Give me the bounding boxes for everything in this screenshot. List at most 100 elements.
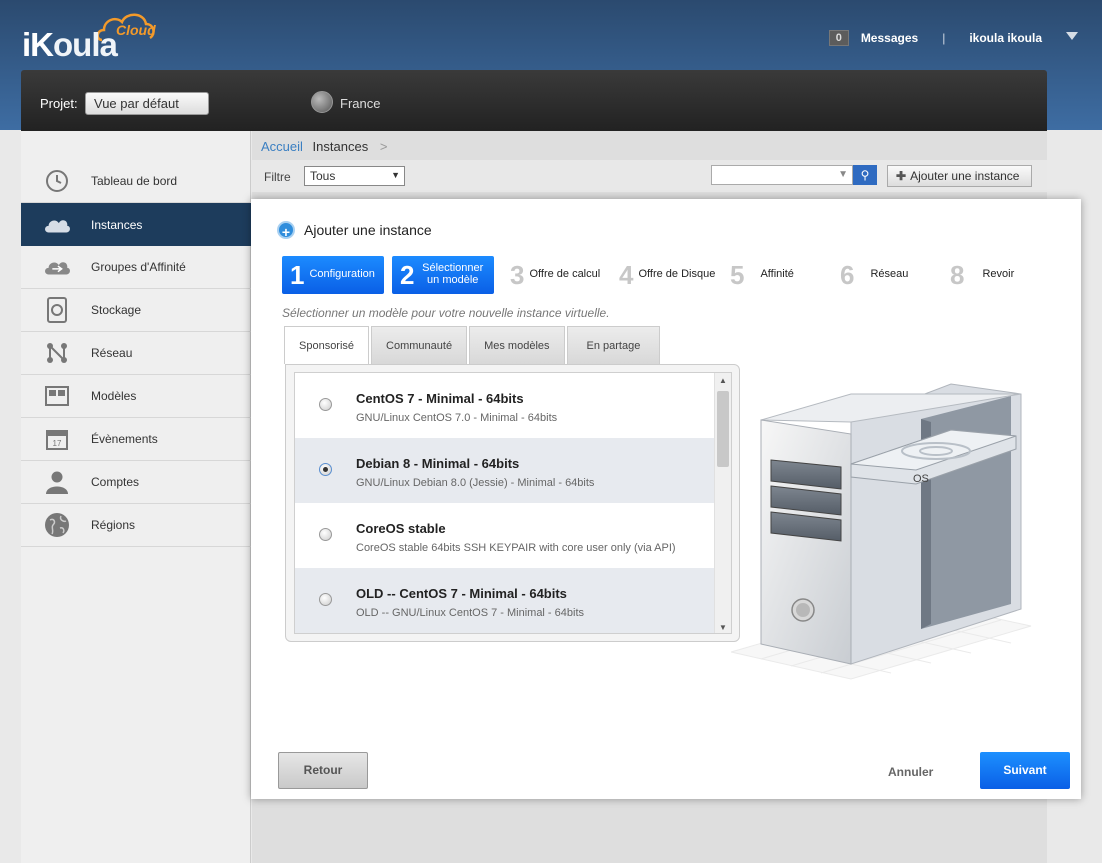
step-select-template[interactable]: 2 Sélectionner un modèle: [392, 256, 494, 294]
svg-text:17: 17: [53, 439, 62, 448]
step-label: Offre de Disque: [638, 268, 716, 281]
step-number: 3: [510, 259, 525, 290]
template-list[interactable]: CentOS 7 - Minimal - 64bits GNU/Linux Ce…: [294, 372, 732, 634]
step-disk-offer[interactable]: 4 Offre de Disque: [619, 256, 715, 294]
dialog-title-text: Ajouter une instance: [304, 222, 432, 238]
template-row[interactable]: CoreOS stable CoreOS stable 64bits SSH K…: [295, 503, 715, 568]
sidebar-item-label: Tableau de bord: [91, 174, 178, 188]
step-number: 2: [400, 259, 415, 290]
scroll-up-icon[interactable]: ▲: [719, 376, 727, 385]
template-name: CentOS 7 - Minimal - 64bits: [356, 391, 524, 406]
template-radio[interactable]: [319, 528, 332, 541]
step-number: 5: [730, 259, 745, 290]
project-bar: Projet: Vue par défaut France: [21, 70, 1047, 131]
wizard-steps: 1 Configuration 2 Sélectionner un modèle…: [282, 256, 1062, 294]
affinity-icon: [43, 255, 71, 279]
scrollbar-thumb[interactable]: [717, 391, 729, 467]
globe-icon[interactable]: [311, 91, 333, 113]
tab-shared[interactable]: En partage: [566, 326, 661, 364]
globe-icon: [43, 513, 71, 537]
step-label: Offre de calcul: [529, 268, 601, 281]
step-label: Revoir: [982, 268, 1015, 281]
sidebar-item-events[interactable]: 17 Évènements: [21, 418, 251, 461]
step-number: 6: [840, 259, 855, 290]
sidebar-item-accounts[interactable]: Comptes: [21, 461, 251, 504]
search-button[interactable]: ⚲: [853, 165, 877, 185]
messages-link[interactable]: Messages: [861, 31, 918, 45]
header-divider: |: [942, 31, 946, 45]
filter-select[interactable]: Tous: [304, 166, 405, 186]
template-row[interactable]: OLD -- CentOS 7 - Minimal - 64bits OLD -…: [295, 568, 715, 633]
next-button[interactable]: Suivant: [980, 752, 1070, 789]
list-scrollbar[interactable]: ▲ ▼: [714, 373, 731, 633]
template-radio[interactable]: [319, 463, 332, 476]
scroll-down-icon[interactable]: ▼: [719, 623, 727, 632]
user-menu[interactable]: ikoula ikoula: [969, 31, 1042, 45]
step-affinity[interactable]: 5 Affinité: [730, 256, 794, 294]
template-description: CoreOS stable 64bits SSH KEYPAIR with co…: [356, 542, 676, 554]
project-select[interactable]: Vue par défaut: [85, 92, 209, 115]
tab-my-templates[interactable]: Mes modèles: [469, 326, 565, 364]
region-selector[interactable]: France: [340, 96, 380, 111]
chevron-down-icon[interactable]: ▼: [838, 169, 848, 180]
sidebar-item-templates[interactable]: Modèles: [21, 375, 251, 418]
step-label: Affinité: [760, 268, 794, 281]
cancel-button[interactable]: Annuler: [888, 765, 933, 779]
filter-bar: Filtre Tous ▼ ⚲ ✚Ajouter une instance: [252, 160, 1047, 192]
chevron-down-icon[interactable]: [1066, 32, 1078, 40]
sidebar-item-network[interactable]: Réseau: [21, 332, 251, 375]
step-compute-offer[interactable]: 3 Offre de calcul: [510, 256, 600, 294]
step-number: 8: [950, 259, 965, 290]
sidebar-item-instances[interactable]: Instances: [21, 203, 251, 246]
template-description: OLD -- GNU/Linux CentOS 7 - Minimal - 64…: [356, 607, 585, 619]
template-name: OLD -- CentOS 7 - Minimal - 64bits: [356, 586, 567, 601]
tab-community[interactable]: Communauté: [371, 326, 468, 364]
sidebar-item-label: Comptes: [91, 475, 140, 489]
sidebar-item-label: Évènements: [91, 432, 158, 446]
template-radio[interactable]: [319, 593, 332, 606]
calendar-icon: 17: [43, 427, 71, 451]
step-review[interactable]: 8 Revoir: [950, 256, 1014, 294]
sidebar-item-affinity-groups[interactable]: Groupes d'Affinité: [21, 246, 251, 289]
step-network[interactable]: 6 Réseau: [840, 256, 908, 294]
filter-label: Filtre: [264, 170, 291, 184]
template-row[interactable]: CentOS 7 - Minimal - 64bits GNU/Linux Ce…: [295, 373, 715, 438]
sidebar-item-storage[interactable]: Stockage: [21, 289, 251, 332]
breadcrumb-home-link[interactable]: Accueil: [261, 139, 303, 154]
breadcrumb-separator: >: [379, 139, 388, 154]
step-label: Réseau: [870, 268, 909, 281]
add-instance-label: Ajouter une instance: [910, 169, 1020, 183]
sidebar-item-regions[interactable]: Régions: [21, 504, 251, 547]
ikoula-cloud-logo[interactable]: iKoula Cloud: [20, 8, 160, 63]
project-label: Projet:: [40, 96, 78, 111]
template-description: GNU/Linux CentOS 7.0 - Minimal - 64bits: [356, 412, 558, 424]
add-circle-icon: +: [277, 221, 295, 240]
sidebar-item-label: Groupes d'Affinité: [91, 260, 186, 274]
search-icon: ⚲: [860, 168, 870, 182]
sidebar-item-label: Réseau: [91, 346, 133, 360]
template-radio[interactable]: [319, 398, 332, 411]
templates-icon: [43, 384, 71, 408]
logo-wordmark: iKoula: [22, 26, 118, 63]
step-configuration[interactable]: 1 Configuration: [282, 256, 384, 294]
dialog-subtitle: Sélectionner un modèle pour votre nouvel…: [282, 306, 610, 320]
plus-icon: ✚: [896, 169, 907, 183]
add-instance-dialog: + Ajouter une instance 1 Configuration 2…: [251, 199, 1081, 799]
template-name: CoreOS stable: [356, 521, 446, 536]
network-icon: [43, 341, 71, 365]
sidebar-item-label: Stockage: [91, 303, 142, 317]
add-instance-button[interactable]: ✚ Ajouter une instance: [887, 165, 1032, 187]
back-button[interactable]: Retour: [278, 752, 368, 789]
sidebar-item-label: Régions: [91, 518, 136, 532]
search-input[interactable]: ▼: [711, 165, 853, 185]
sidebar-item-dashboard[interactable]: Tableau de bord: [21, 160, 251, 203]
dashboard-icon: [43, 169, 71, 193]
template-description: GNU/Linux Debian 8.0 (Jessie) - Minimal …: [356, 477, 595, 489]
tab-sponsored[interactable]: Sponsorisé: [284, 326, 370, 364]
template-row[interactable]: Debian 8 - Minimal - 64bits GNU/Linux De…: [295, 438, 715, 503]
breadcrumb-current: Instances: [312, 139, 369, 154]
sidebar-item-label: Modèles: [91, 389, 137, 403]
breadcrumb: Accueil Instances >: [261, 139, 387, 154]
dialog-title: + Ajouter une instance: [277, 221, 432, 240]
messages-count-badge[interactable]: 0: [828, 30, 849, 46]
